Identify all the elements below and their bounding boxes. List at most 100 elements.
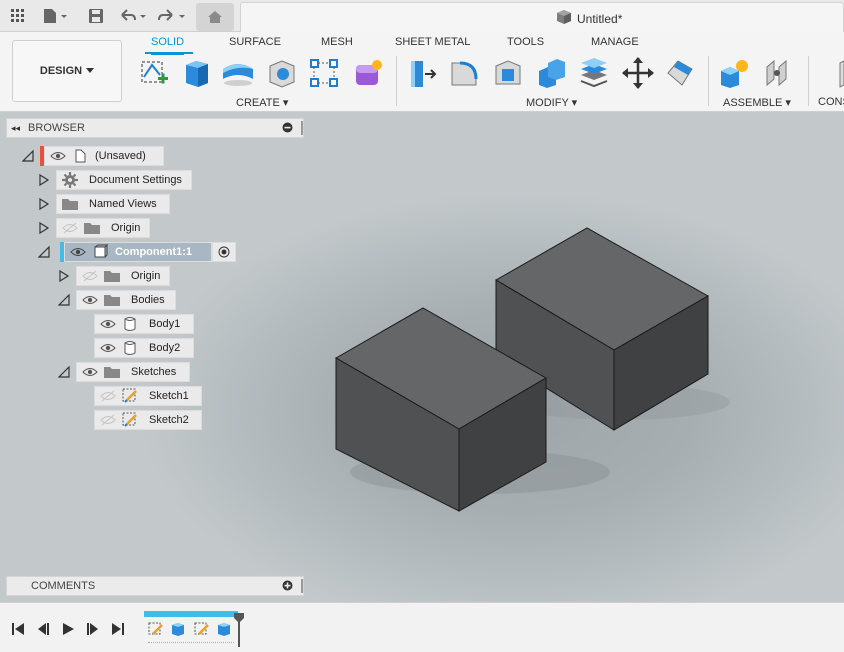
modify-group-label[interactable]: MODIFY ▾ (526, 96, 577, 109)
eye-icon[interactable] (99, 316, 117, 332)
comments-header[interactable]: COMMENTS (6, 576, 304, 596)
create-form-icon[interactable] (350, 55, 386, 91)
browser-header[interactable]: ◂◂ BROWSER (6, 118, 304, 138)
eye-hidden-icon[interactable] (99, 412, 117, 428)
panel-grip[interactable] (301, 579, 303, 593)
tree-item-label: Bodies (131, 294, 165, 306)
timeline-sketch-icon[interactable] (192, 619, 212, 639)
document-title: Untitled* (556, 9, 622, 28)
folder-icon (61, 196, 79, 212)
tree-item-named-views[interactable]: Named Views (38, 194, 170, 214)
eye-icon[interactable] (69, 244, 87, 260)
folder-icon (103, 292, 121, 308)
step-forward-icon[interactable] (85, 621, 101, 637)
expanded-triangle-icon[interactable] (38, 246, 50, 258)
tab-tools[interactable]: TOOLS (507, 35, 544, 55)
new-component-icon[interactable] (716, 55, 752, 91)
eye-icon[interactable] (49, 148, 67, 164)
timeline-extrude-icon[interactable] (214, 619, 234, 639)
play-icon[interactable] (60, 621, 76, 637)
workspace-dropdown[interactable]: DESIGN (12, 40, 122, 102)
minimize-icon[interactable] (282, 122, 293, 136)
timeline-extrude-icon[interactable] (168, 619, 188, 639)
timeline-track (148, 639, 234, 643)
joint-icon[interactable] (760, 55, 796, 91)
grid-icon[interactable] (10, 6, 26, 26)
tree-item-sketches[interactable]: Sketches (58, 362, 190, 382)
collapsed-triangle-icon[interactable] (38, 174, 50, 186)
tree-item-sketch2[interactable]: Sketch2 (94, 410, 202, 430)
eye-icon[interactable] (99, 340, 117, 356)
pattern-icon[interactable] (306, 55, 342, 91)
timeline-sketch-icon[interactable] (146, 619, 166, 639)
home-icon[interactable] (196, 3, 234, 31)
create-group-label[interactable]: CREATE ▾ (236, 96, 288, 109)
replace-face-icon[interactable] (576, 55, 612, 91)
tree-item-label: Body1 (149, 318, 181, 330)
eye-icon[interactable] (81, 292, 99, 308)
tree-item-body2[interactable]: Body2 (94, 338, 194, 358)
expanded-triangle-icon[interactable] (58, 366, 70, 378)
folder-icon (103, 268, 121, 284)
activate-radio-icon[interactable] (212, 242, 236, 262)
create-label: CREATE (236, 97, 280, 109)
redo-icon[interactable] (158, 6, 188, 26)
timeline-marker[interactable] (234, 613, 244, 647)
create-sketch-icon[interactable] (136, 55, 172, 91)
collapsed-triangle-icon[interactable] (58, 270, 70, 282)
tab-mesh[interactable]: MESH (321, 35, 353, 55)
scale-icon[interactable] (662, 55, 698, 91)
tree-item-label: Origin (111, 222, 141, 234)
application-bar: Untitled* (0, 0, 844, 32)
file-icon[interactable] (42, 6, 68, 26)
move-icon[interactable] (620, 55, 656, 91)
tree-item-label: Component1:1 (115, 246, 192, 258)
hole-icon[interactable] (264, 55, 300, 91)
add-comment-icon[interactable] (282, 580, 293, 594)
tree-item-sketch1[interactable]: Sketch1 (94, 386, 202, 406)
panel-grip[interactable] (301, 121, 303, 135)
tab-surface[interactable]: SURFACE (229, 35, 281, 55)
shell-icon[interactable] (490, 55, 526, 91)
collapsed-triangle-icon[interactable] (38, 222, 50, 234)
tree-item-component1[interactable]: Component1:1 (38, 242, 236, 262)
press-pull-icon[interactable] (404, 55, 440, 91)
combine-icon[interactable] (534, 55, 570, 91)
assemble-group-label[interactable]: ASSEMBLE ▾ (723, 96, 791, 109)
eye-icon[interactable] (81, 364, 99, 380)
tab-manage[interactable]: MANAGE (591, 35, 639, 55)
assemble-label: ASSEMBLE (723, 97, 783, 109)
expanded-triangle-icon[interactable] (58, 294, 70, 306)
revolve-icon[interactable] (220, 55, 256, 91)
tree-item-root[interactable]: (Unsaved) (22, 146, 164, 166)
tree-item-component-origin[interactable]: Origin (58, 266, 170, 286)
body-icon (121, 316, 139, 332)
expanded-triangle-icon[interactable] (22, 150, 34, 162)
timeline-bar (0, 602, 844, 652)
chevron-down-icon (86, 65, 95, 77)
body-icon (121, 340, 139, 356)
go-to-start-icon[interactable] (10, 621, 26, 637)
eye-hidden-icon[interactable] (99, 388, 117, 404)
save-icon[interactable] (88, 6, 104, 26)
construct-group-label[interactable]: CONS (818, 96, 844, 108)
step-back-icon[interactable] (35, 621, 51, 637)
eye-hidden-icon[interactable] (61, 220, 79, 236)
go-to-end-icon[interactable] (110, 621, 126, 637)
tree-item-document-settings[interactable]: Document Settings (38, 170, 192, 190)
offset-plane-icon[interactable] (828, 55, 844, 91)
collapse-panel-icon[interactable]: ◂◂ (11, 123, 20, 134)
workspace-label: DESIGN (39, 65, 83, 77)
extrude-icon[interactable] (178, 55, 214, 91)
document-tab[interactable] (240, 2, 844, 32)
tree-item-label: Sketches (131, 366, 177, 378)
tab-sheet-metal[interactable]: SHEET METAL (395, 35, 470, 55)
collapsed-triangle-icon[interactable] (38, 198, 50, 210)
undo-icon[interactable] (118, 6, 148, 26)
tree-item-bodies[interactable]: Bodies (58, 290, 176, 310)
fillet-icon[interactable] (446, 55, 482, 91)
tree-item-origin[interactable]: Origin (38, 218, 150, 238)
timeline-progress (144, 611, 238, 617)
tree-item-body1[interactable]: Body1 (94, 314, 194, 334)
eye-hidden-icon[interactable] (81, 268, 99, 284)
